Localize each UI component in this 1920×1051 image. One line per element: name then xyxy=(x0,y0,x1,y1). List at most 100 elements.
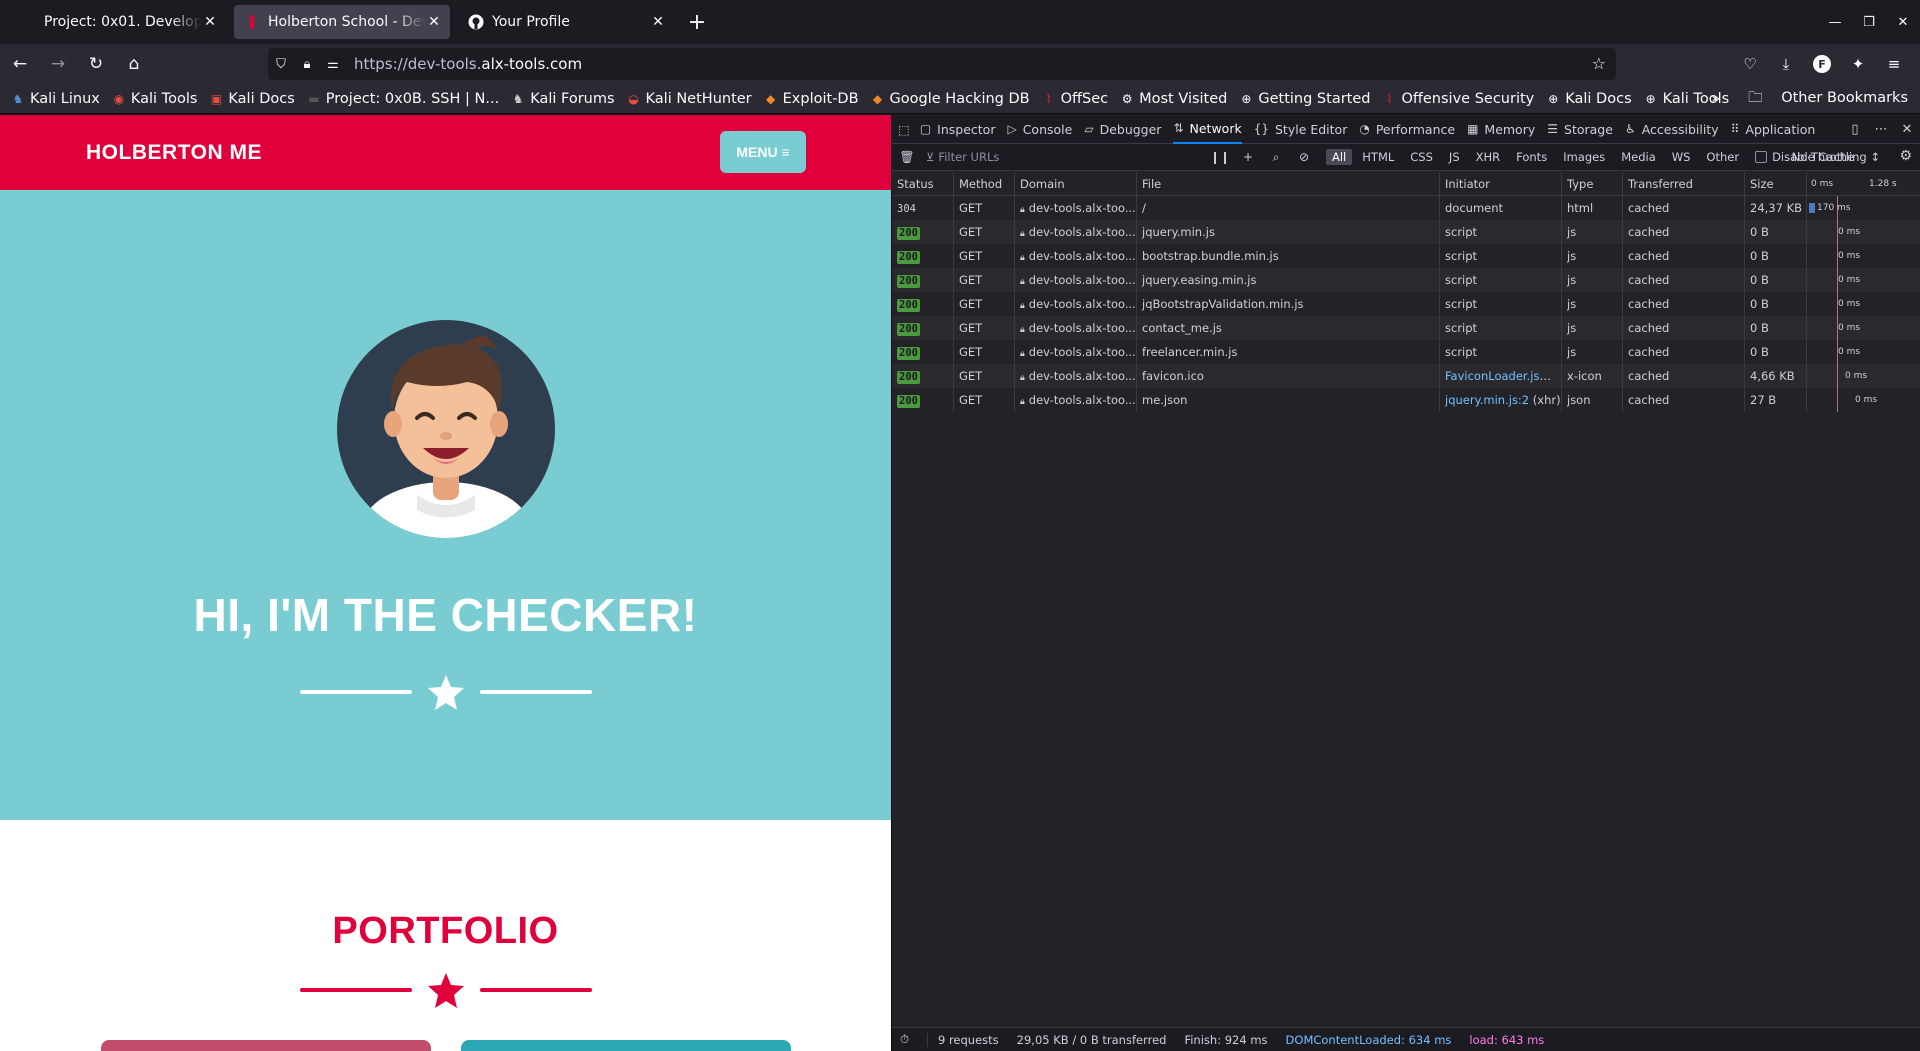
close-devtools-icon[interactable]: ✕ xyxy=(1894,122,1920,137)
checkbox[interactable] xyxy=(1755,151,1768,163)
tab-console[interactable]: ▷ Console xyxy=(1007,115,1072,144)
hamburger-menu-icon[interactable]: ≡ xyxy=(1876,48,1912,80)
more-options-icon[interactable]: ⋯ xyxy=(1868,122,1894,137)
tab-inspector[interactable]: ▢ Inspector xyxy=(920,115,996,144)
table-row[interactable]: 200 GET 🔒︎ dev-tools.alx-too... contact_me.j… xyxy=(892,316,1920,340)
chevron-overflow-icon[interactable]: » xyxy=(1711,91,1720,107)
permissions-icon[interactable]: ⚌ xyxy=(320,57,346,72)
tab-memory[interactable]: ▦ Memory xyxy=(1467,115,1535,144)
url-bar[interactable]: ⛉ 🔒︎ ⚌ https://dev-tools.alx-tools.com ☆ xyxy=(268,48,1616,80)
filter-xhr[interactable]: XHR xyxy=(1470,149,1507,165)
browser-tab-profile[interactable]: Your Profile ✕ xyxy=(458,5,674,39)
restore-icon[interactable]: ❐ xyxy=(1852,0,1886,44)
url-text[interactable]: https://dev-tools.alx-tools.com xyxy=(354,55,582,73)
initiator-cell[interactable]: jquery.min.js:2 (xhr) xyxy=(1440,388,1562,412)
close-icon[interactable]: ✕ xyxy=(650,14,666,30)
table-row[interactable]: 200 GET 🔒︎ dev-tools.alx-too... favicon.ico F… xyxy=(892,364,1920,388)
filter-html[interactable]: HTML xyxy=(1356,149,1400,165)
table-row[interactable]: 200 GET 🔒︎ dev-tools.alx-too... jqBootstrapV… xyxy=(892,292,1920,316)
bookmark-item[interactable]: ♞ Kali Forums xyxy=(510,91,615,107)
initiator-text[interactable]: FaviconLoader.jsm:1... xyxy=(1445,369,1561,383)
stopwatch-icon[interactable]: ⏱ xyxy=(900,1032,909,1047)
bookmark-item[interactable]: ◒ Kali NetHunter xyxy=(626,91,751,107)
filter-fonts[interactable]: Fonts xyxy=(1510,149,1553,165)
initiator-cell[interactable]: FaviconLoader.jsm:1... xyxy=(1440,364,1562,388)
block-icon[interactable]: ⊘ xyxy=(1290,150,1318,165)
extensions-icon[interactable]: ✦ xyxy=(1840,48,1876,80)
bookmark-item[interactable]: ◆ Exploit-DB xyxy=(763,91,859,107)
shield-icon[interactable]: ⛉ xyxy=(268,57,294,72)
filter-urls-input[interactable]: ⊻ Filter URLs xyxy=(926,150,1196,164)
account-avatar[interactable]: F xyxy=(1813,55,1831,73)
tab-network[interactable]: ⇅ Network xyxy=(1173,115,1242,144)
column-header[interactable]: File xyxy=(1137,171,1440,196)
bookmark-item[interactable]: ▣ Kali Docs xyxy=(208,91,295,107)
waterfall-header[interactable]: 0 ms 1.28 s xyxy=(1807,172,1920,196)
close-icon[interactable]: ✕ xyxy=(426,14,442,30)
bookmark-item[interactable]: ⊕ Getting Started xyxy=(1238,91,1370,107)
trash-icon[interactable]: 🗑︎ xyxy=(892,150,922,164)
filter-js[interactable]: JS xyxy=(1443,149,1466,165)
home-icon[interactable]: ⌂ xyxy=(116,48,152,80)
filter-images[interactable]: Images xyxy=(1557,149,1611,165)
bookmark-item[interactable]: ⊕ Kali Docs xyxy=(1545,91,1631,107)
filter-media[interactable]: Media xyxy=(1615,149,1662,165)
new-tab-button[interactable]: + xyxy=(682,10,712,35)
search-icon[interactable]: ⌕ xyxy=(1262,150,1290,165)
bookmark-item[interactable]: ⚙ Most Visited xyxy=(1119,91,1228,107)
column-header[interactable]: Initiator xyxy=(1440,171,1562,196)
filter-ws[interactable]: WS xyxy=(1666,149,1697,165)
add-icon[interactable]: + xyxy=(1234,150,1262,165)
downloads-icon[interactable]: ⤓ xyxy=(1768,48,1804,80)
bookmark-star-icon[interactable]: ☆ xyxy=(1592,54,1606,73)
portfolio-card[interactable] xyxy=(461,1040,791,1051)
other-bookmarks[interactable]: 🗀︎ Other Bookmarks xyxy=(1734,87,1908,112)
bookmark-item[interactable]: ◆ Google Hacking DB xyxy=(870,91,1030,107)
close-icon[interactable]: ✕ xyxy=(202,14,218,30)
tab-performance[interactable]: ◔ Performance xyxy=(1359,115,1455,144)
bookmark-item[interactable]: ⌇ OffSec xyxy=(1041,91,1108,107)
bookmark-item[interactable]: ▬ Project: 0x0B. SSH | N... xyxy=(306,91,499,107)
filter-css[interactable]: CSS xyxy=(1404,149,1439,165)
table-row[interactable]: 200 GET 🔒︎ dev-tools.alx-too... me.json jquer… xyxy=(892,388,1920,412)
gear-icon[interactable]: ⚙ xyxy=(1899,148,1912,164)
filter-other[interactable]: Other xyxy=(1700,149,1745,165)
menu-button[interactable]: MENU ≡ xyxy=(720,131,806,173)
tab-debugger[interactable]: ▱ Debugger xyxy=(1084,115,1161,144)
table-row[interactable]: 200 GET 🔒︎ dev-tools.alx-too... bootstrap.bu… xyxy=(892,244,1920,268)
dock-icon[interactable]: ▯ xyxy=(1842,122,1868,137)
tab-accessibility[interactable]: ♿︎ Accessibility xyxy=(1625,115,1719,144)
reload-icon[interactable]: ↻ xyxy=(78,48,114,80)
browser-tab-project[interactable]: Project: 0x01. Developer t ✕ xyxy=(10,5,226,39)
portfolio-card[interactable] xyxy=(101,1040,431,1051)
column-header[interactable]: Method xyxy=(954,171,1015,196)
back-arrow-icon[interactable]: ← xyxy=(2,48,38,80)
pocket-icon[interactable]: ♡ xyxy=(1732,48,1768,80)
table-row[interactable]: 200 GET 🔒︎ dev-tools.alx-too... jquery.min.j… xyxy=(892,220,1920,244)
tab-style-editor[interactable]: {} Style Editor xyxy=(1254,115,1348,144)
column-header[interactable]: Status xyxy=(892,171,954,196)
lock-icon[interactable]: 🔒︎ xyxy=(294,57,320,72)
initiator-text[interactable]: jquery.min.js:2 xyxy=(1445,393,1529,407)
throttling-select[interactable]: No Throttling ↕ xyxy=(1792,150,1880,164)
table-row[interactable]: 200 GET 🔒︎ dev-tools.alx-too... jquery.easin… xyxy=(892,268,1920,292)
column-header[interactable]: Domain xyxy=(1015,171,1137,196)
site-brand[interactable]: HOLBERTON ME xyxy=(86,141,262,165)
table-row[interactable]: 304 GET 🔒︎ dev-tools.alx-too... / document htm… xyxy=(892,196,1920,220)
bookmark-item[interactable]: ◉ Kali Tools xyxy=(111,91,198,107)
pick-element-icon[interactable]: ⬚ xyxy=(898,115,910,144)
browser-tab-holberton[interactable]: Holberton School - Develo ✕ xyxy=(234,5,450,39)
column-header[interactable]: Transferred xyxy=(1623,171,1745,196)
bookmark-item[interactable]: ⌇ Offensive Security xyxy=(1381,91,1535,107)
pause-icon[interactable]: ❙❙ xyxy=(1206,150,1234,165)
tab-storage[interactable]: ☰ Storage xyxy=(1547,115,1613,144)
table-row[interactable]: 200 GET 🔒︎ dev-tools.alx-too... freelancer.m… xyxy=(892,340,1920,364)
minimize-icon[interactable]: — xyxy=(1818,0,1852,44)
close-window-icon[interactable]: ✕ xyxy=(1886,0,1920,44)
column-header[interactable]: Size xyxy=(1745,171,1807,196)
tab-application[interactable]: ⠿ Application xyxy=(1731,115,1816,144)
forward-arrow-icon[interactable]: → xyxy=(40,48,76,80)
column-header[interactable]: Type xyxy=(1562,171,1623,196)
bookmark-item[interactable]: ♞ Kali Linux xyxy=(10,91,100,107)
filter-all[interactable]: All xyxy=(1326,149,1353,165)
